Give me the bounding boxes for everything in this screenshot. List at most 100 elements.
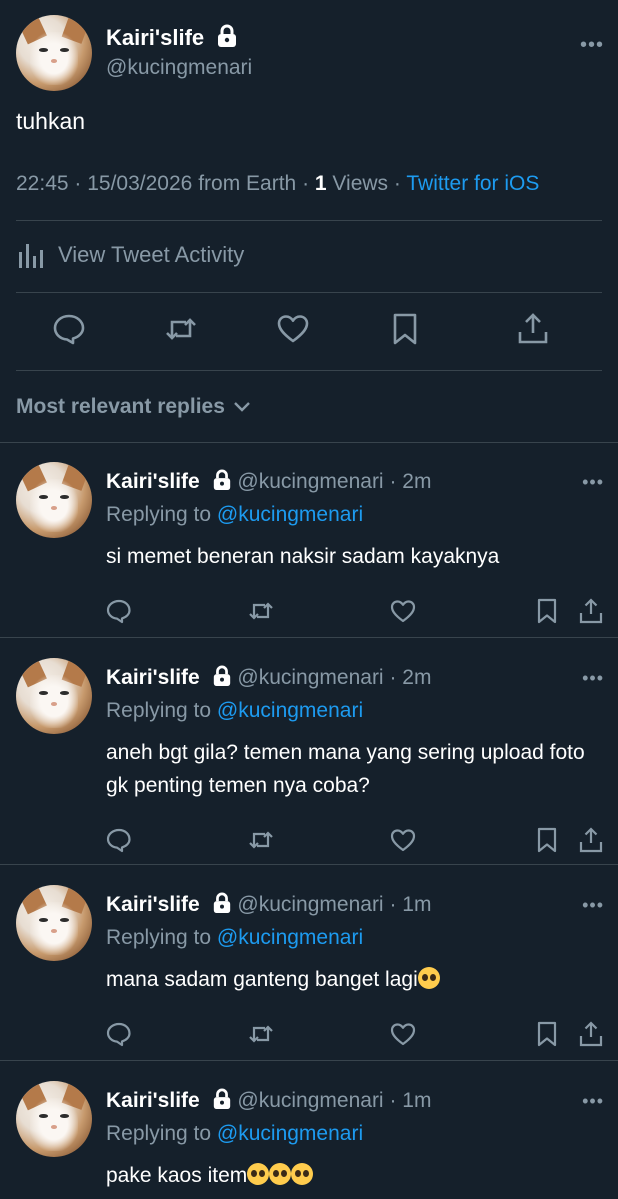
replying-to-prefix: Replying to (106, 699, 212, 722)
replying-to-prefix: Replying to (106, 1122, 212, 1145)
reply-time[interactable]: 2m (402, 666, 431, 689)
like-icon[interactable] (390, 827, 416, 853)
reply-time[interactable]: 2m (402, 470, 431, 493)
replying-to: Replying to @kucingmenari (106, 926, 363, 950)
reply-tweet[interactable]: Kairi'slife @kucingmenari · 2m ••• Reply… (0, 638, 618, 865)
bookmark-icon[interactable] (388, 312, 422, 346)
like-icon[interactable] (390, 1021, 416, 1047)
more-options-icon[interactable]: ••• (582, 895, 604, 916)
lock-icon (213, 892, 230, 913)
reply-text: pake kaos item (106, 1164, 248, 1187)
reply-time[interactable]: 1m (402, 1089, 431, 1112)
tweet-location: from Earth (198, 172, 297, 195)
lock-icon (213, 1088, 230, 1109)
replying-to-prefix: Replying to (106, 503, 212, 526)
pleading-face-emoji (291, 1163, 314, 1185)
retweet-icon[interactable] (248, 827, 274, 853)
reply-text: aneh bgt gila? temen mana yang sering up… (106, 741, 585, 797)
more-options-icon[interactable]: ••• (582, 472, 604, 493)
sort-replies-dropdown[interactable]: Most relevant replies (16, 395, 251, 419)
more-options-icon[interactable]: ••• (580, 34, 604, 57)
sort-replies-label: Most relevant replies (16, 395, 225, 418)
reply-time[interactable]: 1m (402, 893, 431, 916)
tweet-source-link[interactable]: Twitter for iOS (406, 172, 539, 195)
avatar[interactable] (16, 885, 92, 961)
author-handle[interactable]: @kucingmenari (237, 470, 383, 493)
avatar[interactable] (16, 462, 92, 538)
chevron-down-icon (234, 402, 250, 412)
view-tweet-activity[interactable]: View Tweet Activity (16, 240, 244, 270)
more-options-icon[interactable]: ••• (582, 1091, 604, 1112)
share-icon[interactable] (578, 827, 604, 853)
reply-tweet[interactable]: Kairi'slife @kucingmenari · 1m ••• Reply… (0, 1061, 618, 1199)
retweet-icon[interactable] (248, 1021, 274, 1047)
reply-text-container: mana sadam ganteng banget lagi (106, 963, 606, 996)
avatar[interactable] (16, 1081, 92, 1157)
author-name[interactable]: Kairi'slife (106, 24, 238, 51)
author-handle[interactable]: @kucingmenari (237, 893, 383, 916)
pleading-face-emoji (247, 1163, 270, 1185)
reply-text: mana sadam ganteng banget lagi (106, 968, 418, 991)
reply-actions (0, 1021, 618, 1051)
bookmark-icon[interactable] (534, 1021, 560, 1047)
tweet-date[interactable]: 15/03/2026 (87, 172, 192, 195)
retweet-icon[interactable] (248, 598, 274, 624)
author-display-name[interactable]: Kairi'slife (106, 666, 200, 689)
author-handle[interactable]: @kucingmenari (237, 1089, 383, 1112)
views-count: 1 (314, 172, 327, 195)
divider (16, 220, 602, 221)
more-options-icon[interactable]: ••• (582, 668, 604, 689)
replying-to-handle[interactable]: @kucingmenari (217, 699, 363, 722)
like-icon[interactable] (390, 598, 416, 624)
retweet-icon[interactable] (164, 312, 198, 346)
replying-to: Replying to @kucingmenari (106, 1122, 363, 1146)
bookmark-icon[interactable] (534, 598, 560, 624)
replying-to-handle[interactable]: @kucingmenari (217, 1122, 363, 1145)
reply-header: Kairi'slife @kucingmenari · 1m (106, 1088, 432, 1112)
reply-icon[interactable] (106, 1021, 132, 1047)
pleading-face-emoji (417, 967, 440, 989)
reply-header: Kairi'slife @kucingmenari · 2m (106, 469, 432, 493)
author-handle[interactable]: @kucingmenari (237, 666, 383, 689)
divider (16, 370, 602, 371)
tweet-meta: 22:45 · 15/03/2026 from Earth · 1 Views … (16, 172, 540, 195)
pleading-face-emoji (269, 1163, 292, 1185)
reply-icon[interactable] (52, 312, 86, 346)
view-tweet-activity-label: View Tweet Activity (58, 242, 245, 267)
like-icon[interactable] (276, 312, 310, 346)
author-display-name[interactable]: Kairi'slife (106, 25, 204, 50)
avatar[interactable] (16, 15, 92, 91)
analytics-icon (19, 244, 43, 268)
author-display-name[interactable]: Kairi'slife (106, 470, 200, 493)
reply-tweet[interactable]: Kairi'slife @kucingmenari · 1m ••• Reply… (0, 865, 618, 1061)
lock-icon (218, 24, 237, 47)
views-label: Views (332, 172, 389, 195)
tweet-actions (0, 312, 618, 352)
author-display-name[interactable]: Kairi'slife (106, 893, 200, 916)
bookmark-icon[interactable] (534, 827, 560, 853)
lock-icon (213, 665, 230, 686)
share-icon[interactable] (516, 312, 550, 346)
divider (16, 292, 602, 293)
tweet-time[interactable]: 22:45 (16, 172, 69, 195)
reply-icon[interactable] (106, 598, 132, 624)
share-icon[interactable] (578, 1021, 604, 1047)
tweet-text: tuhkan (16, 108, 86, 134)
avatar[interactable] (16, 658, 92, 734)
reply-tweet[interactable]: Kairi'slife @kucingmenari · 2m ••• Reply… (0, 442, 618, 638)
author-display-name[interactable]: Kairi'slife (106, 1089, 200, 1112)
reply-text-container: pake kaos item (106, 1159, 606, 1192)
replying-to: Replying to @kucingmenari (106, 699, 363, 723)
reply-text-container: aneh bgt gila? temen mana yang sering up… (106, 736, 606, 802)
lock-icon (213, 469, 230, 490)
reply-text-container: si memet beneran naksir sadam kayaknya (106, 540, 606, 573)
reply-actions (0, 598, 618, 628)
author-handle[interactable]: @kucingmenari (106, 56, 252, 80)
replying-to-prefix: Replying to (106, 926, 212, 949)
replying-to-handle[interactable]: @kucingmenari (217, 926, 363, 949)
reply-actions (0, 827, 618, 857)
replying-to-handle[interactable]: @kucingmenari (217, 503, 363, 526)
share-icon[interactable] (578, 598, 604, 624)
reply-icon[interactable] (106, 827, 132, 853)
reply-text: si memet beneran naksir sadam kayaknya (106, 545, 500, 568)
